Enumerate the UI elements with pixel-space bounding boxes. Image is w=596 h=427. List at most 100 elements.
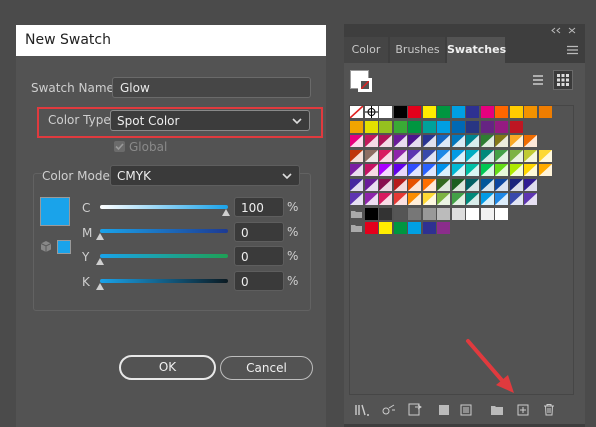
swatch[interactable]	[364, 178, 378, 191]
magenta-slider[interactable]	[100, 229, 228, 233]
cyan-input[interactable]: 100	[234, 197, 284, 217]
swatch[interactable]	[350, 178, 363, 191]
ok-button[interactable]: OK	[119, 355, 216, 380]
swatch[interactable]	[524, 149, 537, 162]
swatch[interactable]	[437, 149, 450, 162]
close-icon[interactable]	[568, 27, 576, 34]
swatch[interactable]	[480, 135, 494, 147]
swatch[interactable]	[408, 178, 421, 191]
new-swatch-icon[interactable]	[517, 404, 529, 416]
swatch[interactable]	[495, 149, 508, 162]
swatch[interactable]	[379, 193, 392, 205]
swatch[interactable]	[451, 164, 465, 176]
swatch[interactable]	[451, 207, 465, 220]
swatch[interactable]	[422, 149, 436, 162]
swatch[interactable]	[524, 164, 537, 176]
swatch[interactable]	[408, 149, 421, 162]
swatch[interactable]	[466, 178, 479, 191]
color-type-select[interactable]: Spot Color	[110, 110, 310, 131]
swatch[interactable]	[393, 178, 407, 191]
list-view-icon[interactable]	[532, 74, 544, 86]
tab-swatches[interactable]: Swatches	[447, 37, 506, 63]
swatch[interactable]	[480, 207, 494, 220]
swatch[interactable]	[437, 222, 450, 234]
swatch[interactable]	[495, 207, 508, 220]
swatch[interactable]	[451, 178, 465, 191]
swatch[interactable]	[379, 164, 392, 176]
swatch[interactable]	[350, 164, 363, 176]
new-color-group-icon[interactable]	[490, 404, 504, 416]
swatch[interactable]	[393, 120, 407, 133]
swatch[interactable]	[364, 207, 378, 220]
swatch[interactable]	[408, 135, 421, 147]
swatch[interactable]	[509, 106, 523, 118]
swatch[interactable]	[393, 149, 407, 162]
swatch[interactable]	[480, 106, 494, 118]
grid-view-button[interactable]	[553, 70, 573, 90]
swatch[interactable]	[495, 106, 508, 118]
swatch[interactable]	[524, 193, 537, 205]
yellow-slider[interactable]	[100, 254, 228, 258]
show-swatch-kinds-icon[interactable]	[438, 404, 450, 416]
swatch[interactable]	[422, 178, 436, 191]
gamut-swatch[interactable]	[57, 240, 71, 254]
swatch[interactable]	[364, 120, 378, 133]
swatch[interactable]	[466, 193, 479, 205]
swatch[interactable]	[437, 135, 450, 147]
swatch[interactable]	[379, 207, 392, 220]
swatch[interactable]	[451, 149, 465, 162]
swatch[interactable]	[538, 106, 552, 118]
swatch[interactable]	[524, 106, 537, 118]
swatch[interactable]	[393, 207, 407, 220]
swatch[interactable]	[437, 106, 450, 118]
swatch[interactable]	[466, 120, 479, 133]
swatch[interactable]	[437, 120, 450, 133]
swatch[interactable]	[509, 149, 523, 162]
swatch[interactable]	[364, 135, 378, 147]
swatch[interactable]	[422, 193, 436, 205]
swatch[interactable]	[393, 106, 407, 118]
swatch[interactable]	[495, 178, 508, 191]
swatch[interactable]	[524, 178, 537, 191]
panel-menu-icon[interactable]	[567, 45, 578, 55]
swatch[interactable]	[437, 178, 450, 191]
cyan-slider-thumb[interactable]	[222, 209, 230, 216]
tab-brushes[interactable]: Brushes	[390, 37, 445, 63]
color-mode-select[interactable]: CMYK	[110, 165, 300, 186]
swatch[interactable]	[509, 120, 523, 133]
black-input[interactable]: 0	[234, 271, 284, 291]
collapse-icon[interactable]	[551, 27, 561, 34]
swatch[interactable]	[422, 207, 436, 220]
yellow-slider-thumb[interactable]	[96, 258, 104, 265]
swatch[interactable]	[408, 222, 421, 234]
swatch[interactable]	[480, 193, 494, 205]
swatch[interactable]	[379, 222, 392, 234]
swatch[interactable]	[350, 193, 363, 205]
swatch[interactable]	[393, 193, 407, 205]
swatch[interactable]	[451, 135, 465, 147]
black-slider[interactable]	[100, 279, 228, 283]
swatch[interactable]	[437, 164, 450, 176]
swatch[interactable]	[480, 178, 494, 191]
swatch[interactable]	[451, 120, 465, 133]
cyan-slider[interactable]	[100, 205, 228, 209]
swatch[interactable]	[393, 164, 407, 176]
magenta-slider-thumb[interactable]	[96, 233, 104, 240]
swatch[interactable]	[393, 135, 407, 147]
swatch[interactable]	[480, 120, 494, 133]
swatch-libraries-icon[interactable]	[355, 404, 370, 416]
swatch[interactable]	[495, 193, 508, 205]
stroke-swatch[interactable]	[358, 78, 372, 92]
swatch[interactable]	[364, 149, 378, 162]
swatch[interactable]	[422, 106, 436, 118]
swatch[interactable]	[509, 193, 523, 205]
place-swatch-icon[interactable]	[382, 404, 396, 416]
swatch[interactable]	[422, 164, 436, 176]
swatch[interactable]	[422, 135, 436, 147]
swatch[interactable]	[422, 120, 436, 133]
swatch[interactable]	[437, 207, 450, 220]
swatch[interactable]	[466, 106, 479, 118]
swatch[interactable]	[495, 120, 508, 133]
swatch-registration[interactable]	[364, 106, 378, 118]
swatch-name-input[interactable]: Glow	[112, 77, 311, 98]
